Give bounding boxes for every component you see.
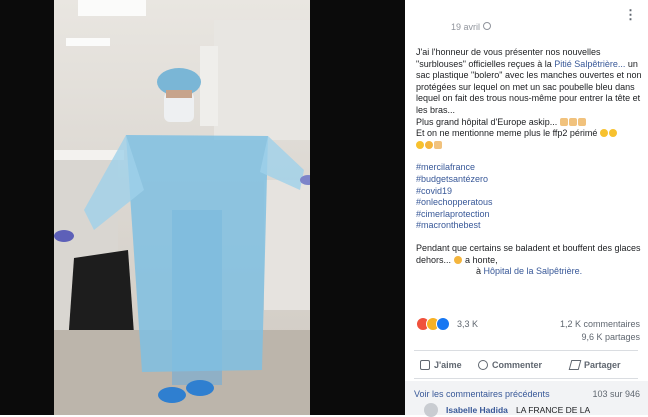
globe-icon (483, 22, 491, 30)
laughing-emoji-icon (599, 129, 608, 138)
clap-emoji-icon (568, 117, 577, 126)
like-button[interactable]: J'aime (420, 356, 462, 374)
hashtag-link[interactable]: #onlechopperatous (416, 197, 642, 209)
shares-count[interactable]: 9,6 K partages (581, 332, 640, 342)
location-link[interactable]: Hôpital de la Salpêtrière. (484, 266, 583, 276)
clap-emoji-icon (559, 117, 568, 126)
facepalm-emoji-icon (425, 140, 433, 149)
post-line-ffp2: Et on ne mentionne meme plus le ffp2 pér… (416, 128, 642, 140)
comment-label: Commenter (492, 360, 543, 370)
hashtag-link[interactable]: #budgetsantézero (416, 174, 642, 186)
hashtag-link[interactable]: #macronthebest (416, 220, 642, 232)
clap-emoji-icon (434, 140, 442, 149)
comments-pager: 103 sur 946 (592, 389, 640, 399)
share-label: Partager (584, 360, 621, 370)
reactions-count[interactable]: 3,3 K (457, 319, 478, 329)
laughing-emoji-icon (416, 140, 424, 149)
photo-scene (54, 0, 310, 415)
divider (414, 378, 638, 379)
like-label: J'aime (434, 360, 462, 370)
post-emoji-line (416, 140, 642, 152)
hashtag-link[interactable]: #mercilafrance (416, 162, 642, 174)
hashtag-link[interactable]: #covid19 (416, 186, 642, 198)
post-location: à Hôpital de la Salpêtrière. (416, 266, 642, 278)
comment-icon (478, 360, 488, 370)
divider (414, 350, 638, 351)
share-button[interactable]: Partager (568, 356, 621, 374)
share-icon (568, 360, 582, 370)
post-text: J'ai l'honneur de vous présenter nos nou… (416, 47, 642, 278)
hospital-mention-link[interactable]: Pitié Salpêtrière... (554, 59, 625, 69)
post-paragraph-1: J'ai l'honneur de vous présenter nos nou… (416, 47, 642, 117)
post-paragraph-3: Pendant que certains se baladent et bouf… (416, 243, 642, 266)
hashtag-link[interactable]: #cimerlaprotection (416, 209, 642, 221)
comment-author-link[interactable]: Isabelle Hadida (446, 405, 508, 415)
sad-emoji-icon (453, 255, 462, 264)
post-line-europe: Plus grand hôpital d'Europe askip... (416, 117, 642, 129)
post-text-fragment: Pendant que certains se baladent et bouf… (416, 242, 641, 265)
like-reaction-icon (436, 317, 450, 331)
post-text-fragment: Plus grand hôpital d'Europe askip... (416, 116, 558, 127)
comment-button[interactable]: Commenter (478, 356, 542, 374)
post-actions: J'aime Commenter Partager (414, 356, 638, 374)
like-icon (420, 360, 430, 370)
comments-count[interactable]: 1,2 K commentaires (560, 319, 640, 329)
clap-emoji-icon (577, 117, 586, 126)
location-prefix: à (476, 266, 484, 277)
view-previous-comments-link[interactable]: Voir les commentaires précédents (414, 389, 550, 399)
more-icon[interactable]: ⋮ (624, 7, 637, 23)
post-date[interactable]: 19 avril (451, 22, 480, 32)
post-photo[interactable] (54, 0, 310, 415)
feeling-text: a honte, (465, 254, 498, 265)
comment-text: LA FRANCE DE LA (516, 405, 591, 415)
post-text-fragment: Et on ne mentionne meme plus le ffp2 pér… (416, 128, 598, 139)
laughing-emoji-icon (608, 129, 617, 138)
